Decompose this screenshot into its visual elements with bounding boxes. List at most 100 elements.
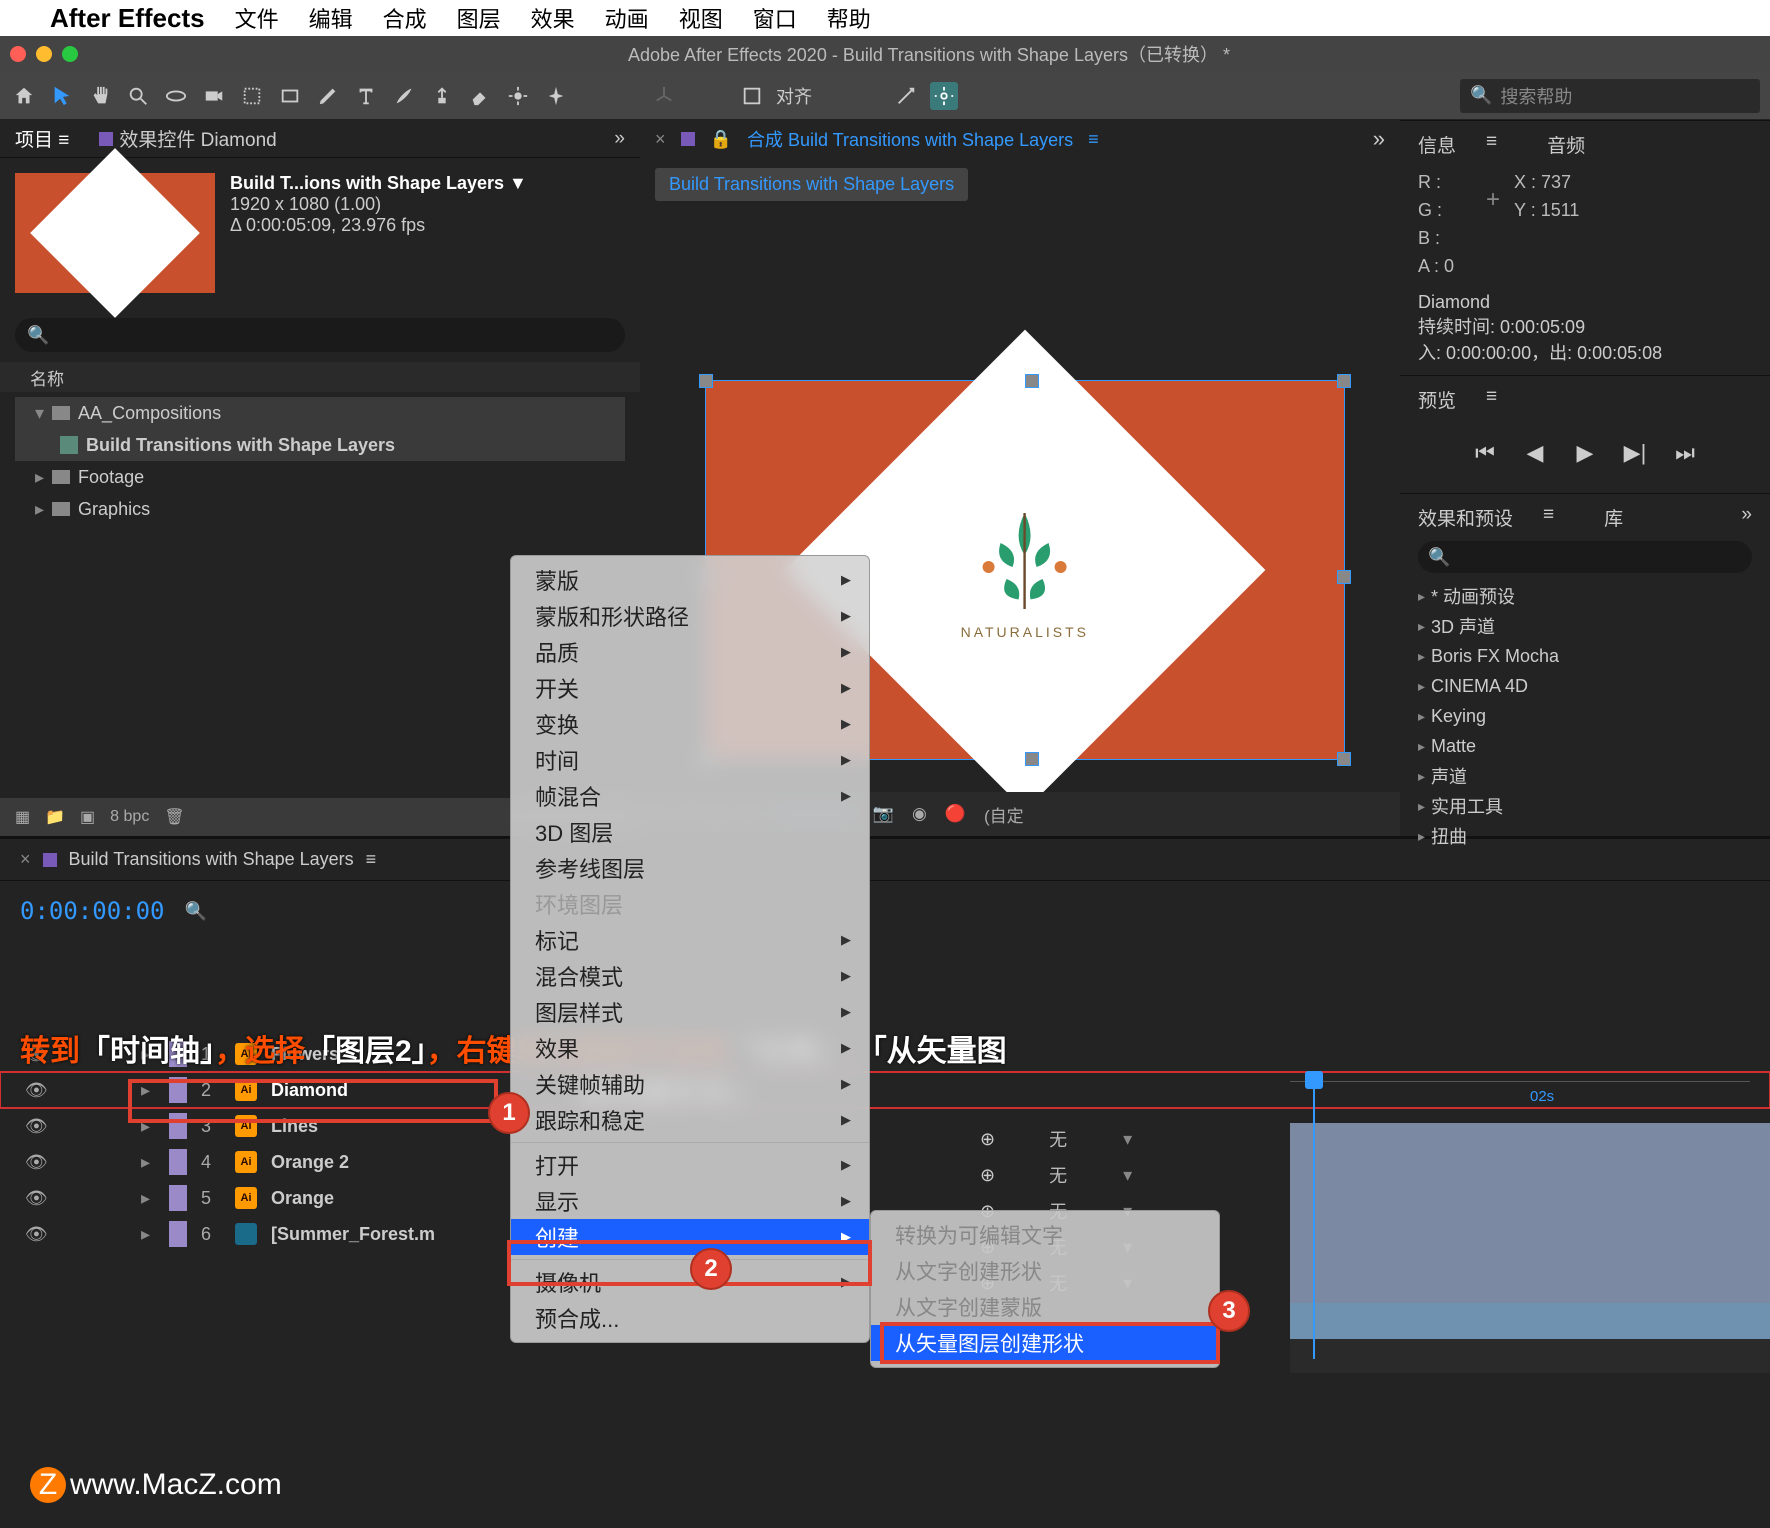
ctx-frame-blending[interactable]: 帧混合 xyxy=(511,778,869,814)
minimize-window-button[interactable] xyxy=(36,46,52,62)
ctx-precompose[interactable]: 预合成... xyxy=(511,1300,869,1336)
next-frame-button[interactable]: ▶| xyxy=(1620,438,1650,468)
project-search-input[interactable]: 🔍 xyxy=(15,318,625,352)
create-submenu[interactable]: 转换为可编辑文字 从文字创建形状 从文字创建蒙版 从矢量图层创建形状 xyxy=(870,1210,1220,1368)
last-frame-button[interactable]: ⏭ xyxy=(1670,438,1700,468)
ctx-mask-shape-path[interactable]: 蒙版和形状路径 xyxy=(511,598,869,634)
ctx-transform[interactable]: 变换 xyxy=(511,706,869,742)
tab-close-icon[interactable]: × xyxy=(20,849,31,870)
trash-icon[interactable]: 🗑 xyxy=(164,807,184,827)
home-icon[interactable] xyxy=(10,82,38,110)
selection-tool-icon[interactable] xyxy=(48,82,76,110)
layer-bars[interactable] xyxy=(1290,1123,1770,1373)
color-mgmt-icon[interactable]: 🔴 xyxy=(945,804,966,824)
help-search-input[interactable]: 🔍 搜索帮助 xyxy=(1460,79,1760,113)
menu-effect[interactable]: 效果 xyxy=(531,2,575,34)
visibility-icon[interactable]: 👁 xyxy=(25,1188,43,1209)
project-tab[interactable]: 项目 ≡ xyxy=(15,125,69,152)
ctx-create[interactable]: 创建 xyxy=(511,1219,869,1255)
maximize-window-button[interactable] xyxy=(62,46,78,62)
new-folder-icon[interactable]: 📁 xyxy=(45,807,65,827)
text-tool-icon[interactable] xyxy=(352,82,380,110)
bpc-toggle[interactable]: 8 bpc xyxy=(110,808,149,826)
rectangle-tool-icon[interactable] xyxy=(276,82,304,110)
audio-tab[interactable]: 音频 xyxy=(1547,131,1585,158)
column-name[interactable]: 名称 xyxy=(30,365,64,390)
play-button[interactable]: ▶ xyxy=(1570,438,1600,468)
close-window-button[interactable] xyxy=(10,46,26,62)
channels-icon[interactable]: ◉ xyxy=(912,804,927,824)
snap-checkbox-icon[interactable] xyxy=(738,82,766,110)
visibility-icon[interactable]: 👁 xyxy=(25,1116,43,1137)
menu-file[interactable]: 文件 xyxy=(235,2,279,34)
align-label[interactable]: 对齐 xyxy=(776,83,812,109)
pan-behind-tool-icon[interactable] xyxy=(238,82,266,110)
menu-edit[interactable]: 编辑 xyxy=(309,2,353,34)
first-frame-button[interactable]: ⏮ xyxy=(1470,438,1500,468)
timeline-tab-label[interactable]: Build Transitions with Shape Layers xyxy=(69,849,354,870)
current-time-indicator[interactable] xyxy=(1313,1079,1315,1359)
ctx-open[interactable]: 打开 xyxy=(511,1147,869,1183)
ctx-blending-mode[interactable]: 混合模式 xyxy=(511,958,869,994)
eraser-tool-icon[interactable] xyxy=(466,82,494,110)
new-comp-icon[interactable]: ▣ xyxy=(80,807,95,827)
folder-footage[interactable]: ▸Footage xyxy=(15,461,625,493)
panel-chevron-icon[interactable]: » xyxy=(1741,504,1752,531)
panel-close-icon[interactable]: × xyxy=(655,129,666,150)
ctx-switches[interactable]: 开关 xyxy=(511,670,869,706)
ctx-time[interactable]: 时间 xyxy=(511,742,869,778)
visibility-icon[interactable]: 👁 xyxy=(25,1224,43,1245)
menu-view[interactable]: 视图 xyxy=(679,2,723,34)
timeline-timecode[interactable]: 0:00:00:00 xyxy=(20,897,165,925)
folder-graphics[interactable]: ▸Graphics xyxy=(15,493,625,525)
preview-tab[interactable]: 预览 xyxy=(1418,386,1456,413)
comp-tab-label[interactable]: 合成 Build Transitions with Shape Layers xyxy=(747,126,1073,152)
timeline-search-icon[interactable]: 🔍 xyxy=(185,901,207,922)
effcat-borisfx[interactable]: ▸Boris FX Mocha xyxy=(1418,641,1752,671)
effcat-distort[interactable]: ▸扭曲 xyxy=(1418,821,1752,851)
menu-animation[interactable]: 动画 xyxy=(605,2,649,34)
pen-tool-icon[interactable] xyxy=(314,82,342,110)
layer-context-menu[interactable]: 蒙版 蒙版和形状路径 品质 开关 变换 时间 帧混合 3D 图层 参考线图层 环… xyxy=(510,555,870,1343)
interpret-footage-icon[interactable]: ▦ xyxy=(15,807,30,827)
orbit-tool-icon[interactable] xyxy=(162,82,190,110)
clone-stamp-tool-icon[interactable] xyxy=(428,82,456,110)
info-tab[interactable]: 信息 xyxy=(1418,131,1456,158)
ctx-keyframe-assistant[interactable]: 关键帧辅助 xyxy=(511,1066,869,1102)
menu-composition[interactable]: 合成 xyxy=(383,2,427,34)
snapshot-icon[interactable]: 📷 xyxy=(873,804,894,824)
ctx-layer-styles[interactable]: 图层样式 xyxy=(511,994,869,1030)
brush-tool-icon[interactable] xyxy=(390,82,418,110)
library-tab[interactable]: 库 xyxy=(1604,504,1623,531)
effcat-utility[interactable]: ▸实用工具 xyxy=(1418,791,1752,821)
menu-window[interactable]: 窗口 xyxy=(753,2,797,34)
effects-presets-tab[interactable]: 效果和预设 xyxy=(1418,504,1513,531)
ctx-quality[interactable]: 品质 xyxy=(511,634,869,670)
effcat-matte[interactable]: ▸Matte xyxy=(1418,731,1752,761)
effcat-channel[interactable]: ▸声道 xyxy=(1418,761,1752,791)
effcat-cinema4d[interactable]: ▸CINEMA 4D xyxy=(1418,671,1752,701)
ctx-reveal[interactable]: 显示 xyxy=(511,1183,869,1219)
effcat-3d-channel[interactable]: ▸3D 声道 xyxy=(1418,611,1752,641)
panel-chevron-icon[interactable]: » xyxy=(1373,126,1385,152)
ctx-effect[interactable]: 效果 xyxy=(511,1030,869,1066)
menu-layer[interactable]: 图层 xyxy=(457,2,501,34)
ctx-track-stabilize[interactable]: 跟踪和稳定 xyxy=(511,1102,869,1138)
prev-frame-button[interactable]: ◀ xyxy=(1520,438,1550,468)
sub-shapes-from-vector[interactable]: 从矢量图层创建形状 xyxy=(871,1325,1219,1361)
settings-icon[interactable] xyxy=(930,82,958,110)
flowchart-pill[interactable]: Build Transitions with Shape Layers xyxy=(655,168,968,201)
effect-controls-tab[interactable]: 效果控件 Diamond xyxy=(99,125,276,152)
fit-dropdown[interactable]: (自定 xyxy=(984,802,1024,827)
effcat-keying[interactable]: ▸Keying xyxy=(1418,701,1752,731)
folder-aa-compositions[interactable]: ▾AA_Compositions xyxy=(15,397,625,429)
lock-icon[interactable]: 🔒 xyxy=(710,129,732,150)
ctx-3d-layer[interactable]: 3D 图层 xyxy=(511,814,869,850)
project-item-name[interactable]: Build T...ions with Shape Layers ▼ xyxy=(230,173,527,194)
comp-build-transitions[interactable]: Build Transitions with Shape Layers xyxy=(15,429,625,461)
effects-search-input[interactable]: 🔍 xyxy=(1418,541,1752,573)
visibility-icon[interactable]: 👁 xyxy=(25,1152,43,1173)
ctx-markers[interactable]: 标记 xyxy=(511,922,869,958)
roto-brush-tool-icon[interactable] xyxy=(504,82,532,110)
hand-tool-icon[interactable] xyxy=(86,82,114,110)
